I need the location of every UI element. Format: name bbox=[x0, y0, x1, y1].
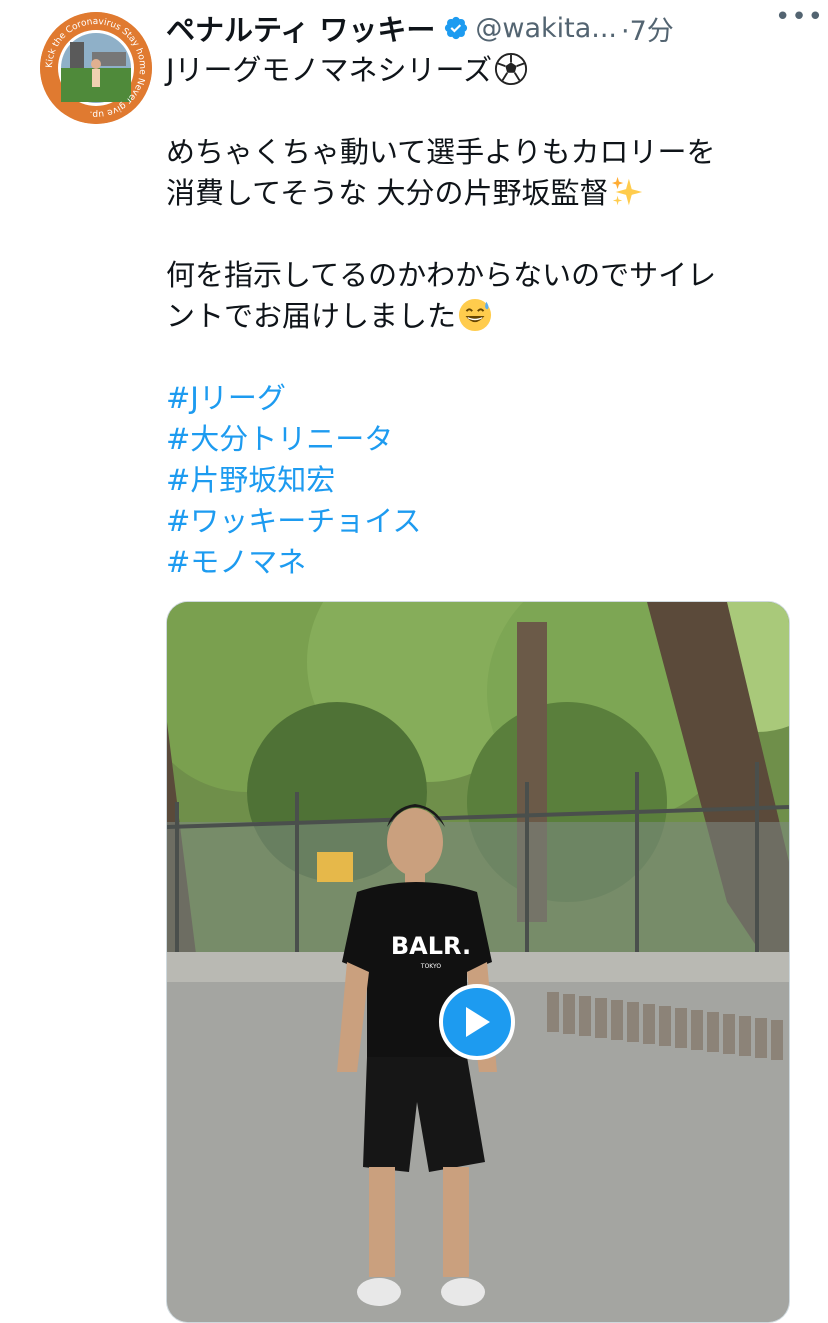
tweet-line: めちゃくちゃ動いて選手よりもカロリーを bbox=[166, 135, 716, 169]
author-handle[interactable]: @wakita... bbox=[475, 13, 617, 44]
avatar[interactable]: Kick the Coronavirus Stay home Never giv… bbox=[40, 12, 152, 124]
video-frame: BALR. TOKYO bbox=[167, 602, 789, 1322]
video-thumbnail[interactable]: BALR. TOKYO bbox=[166, 601, 790, 1323]
shirt-logo: BALR. bbox=[391, 932, 471, 960]
play-button[interactable] bbox=[439, 984, 515, 1060]
tweet-line: Jリーグモノマネシリーズ bbox=[166, 50, 806, 91]
hashtag-link[interactable]: #Jリーグ bbox=[166, 378, 806, 419]
sparkles-icon bbox=[612, 176, 643, 206]
hashtag-link[interactable]: #モノマネ bbox=[166, 542, 806, 583]
author-name[interactable]: ペナルティ ワッキー bbox=[166, 7, 435, 49]
sweat-smile-icon bbox=[458, 298, 492, 332]
hashtag-link[interactable]: #大分トリニータ bbox=[166, 419, 806, 460]
soccer-ball-icon bbox=[495, 52, 528, 86]
tweet-text: Jリーグモノマネシリーズ めちゃくちゃ動いて選手よりもカロリーを 消費してそうな… bbox=[166, 50, 806, 583]
tweet-line: ントでお届けしました bbox=[166, 296, 806, 337]
tweet-line: 消費してそうな 大分の片野坂監督 bbox=[166, 173, 806, 214]
verified-badge-icon bbox=[445, 16, 468, 40]
play-icon bbox=[466, 1007, 490, 1037]
hashtag-link[interactable]: #ワッキーチョイス bbox=[166, 501, 806, 542]
tweet-timestamp[interactable]: ·7分 bbox=[621, 9, 674, 48]
shirt-sublogo: TOKYO bbox=[420, 963, 441, 970]
tweet-header: ペナルティ ワッキー @wakita... ·7分 bbox=[166, 6, 814, 50]
hashtag-link[interactable]: #片野坂知宏 bbox=[166, 460, 806, 501]
hashtag-list: #Jリーグ #大分トリニータ #片野坂知宏 #ワッキーチョイス #モノマネ bbox=[166, 378, 806, 583]
tweet-line: 何を指示してるのかわからないのでサイレ bbox=[166, 258, 717, 292]
more-icon[interactable]: ••• bbox=[775, 2, 824, 32]
